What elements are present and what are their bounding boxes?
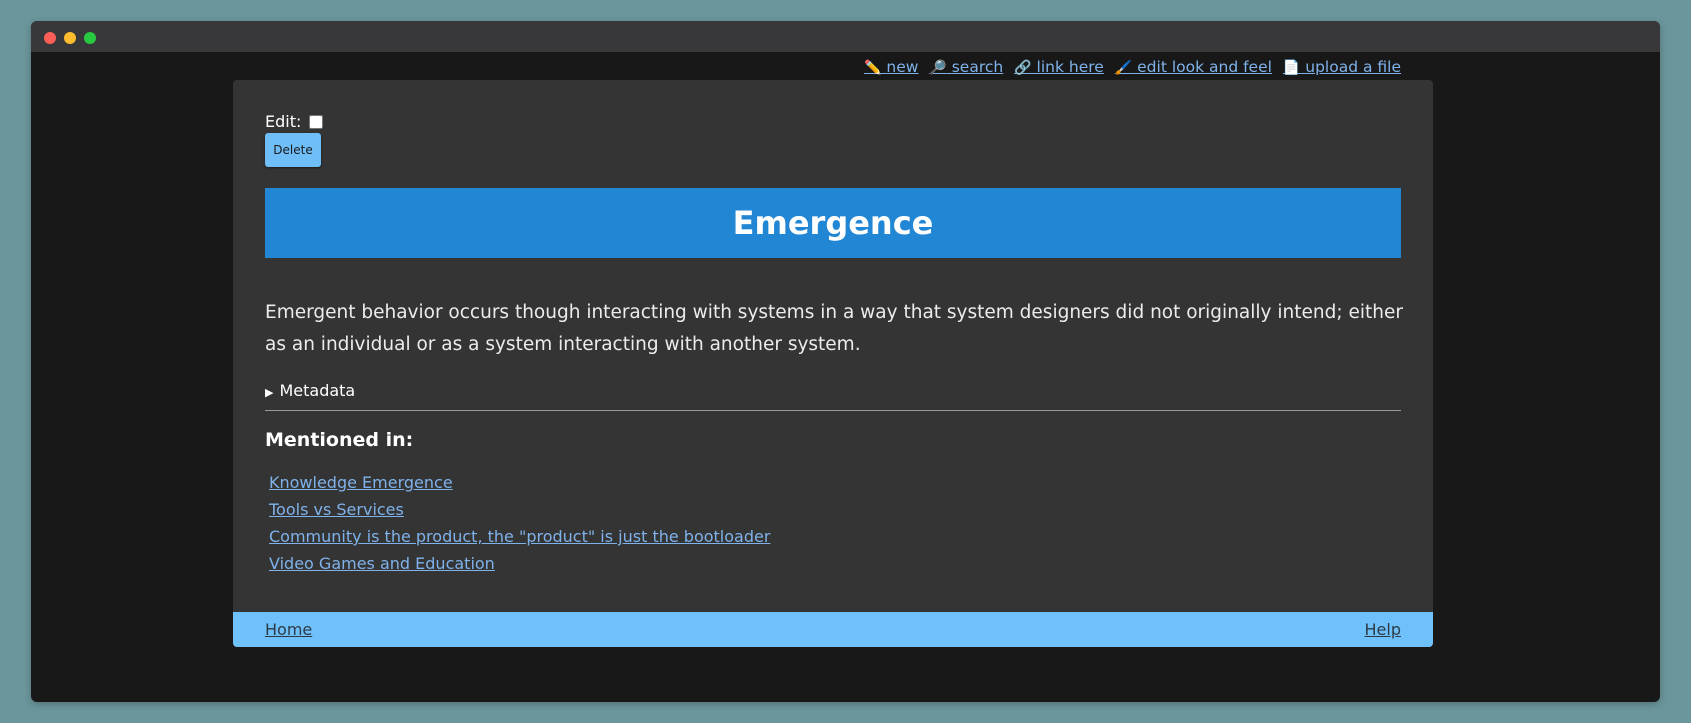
paintbrush-icon: 🖌️: [1114, 60, 1133, 76]
list-item: Community is the product, the "product" …: [269, 527, 770, 554]
delete-button[interactable]: Delete: [265, 133, 321, 167]
edit-look-and-feel-link[interactable]: 🖌️ edit look and feel: [1115, 58, 1272, 76]
page-title: Emergence: [732, 204, 934, 242]
footer-bar: Home Help: [233, 612, 1433, 647]
browser-window: ✏️ new 🔎 search 🔗 link here 🖌️ edit look…: [31, 21, 1660, 702]
maximize-window-button[interactable]: [84, 32, 96, 44]
disclosure-triangle-icon: ▶: [265, 386, 274, 399]
link-icon: 🔗: [1014, 60, 1032, 76]
divider: [265, 410, 1401, 411]
new-link-label: new: [886, 58, 919, 76]
mentioned-link-community-is-the-product[interactable]: Community is the product, the "product" …: [269, 527, 770, 546]
list-item: Video Games and Education: [269, 554, 770, 581]
page-body: Emergent behavior occurs though interact…: [265, 302, 1403, 355]
new-link[interactable]: ✏️ new: [864, 58, 918, 76]
mentioned-link-knowledge-emergence[interactable]: Knowledge Emergence: [269, 473, 453, 492]
edit-checkbox[interactable]: [309, 114, 324, 129]
link-here-link[interactable]: 🔗 link here: [1014, 58, 1104, 76]
list-item: Tools vs Services: [269, 500, 770, 527]
edit-look-and-feel-label: edit look and feel: [1137, 58, 1272, 76]
mentioned-in-heading: Mentioned in:: [265, 429, 414, 451]
link-here-label: link here: [1036, 58, 1104, 76]
close-window-button[interactable]: [44, 32, 56, 44]
help-link[interactable]: Help: [1365, 620, 1401, 639]
list-item: Knowledge Emergence: [269, 473, 770, 500]
edit-row: Edit:: [265, 112, 324, 131]
search-link-label: search: [951, 58, 1004, 76]
mentioned-link-tools-vs-services[interactable]: Tools vs Services: [269, 500, 404, 519]
minimize-window-button[interactable]: [64, 32, 76, 44]
metadata-toggle[interactable]: ▶ Metadata: [265, 381, 355, 400]
title-bar: [31, 21, 1660, 52]
upload-file-link[interactable]: 📄 upload a file: [1283, 58, 1401, 76]
top-nav: ✏️ new 🔎 search 🔗 link here 🖌️ edit look…: [864, 58, 1407, 76]
search-link[interactable]: 🔎 search: [929, 58, 1003, 76]
mentioned-in-list: Knowledge Emergence Tools vs Services Co…: [269, 473, 770, 581]
magnifier-icon: 🔎: [929, 60, 947, 76]
mentioned-link-video-games-and-education[interactable]: Video Games and Education: [269, 554, 495, 573]
title-banner: Emergence: [265, 188, 1401, 258]
document-icon: 📄: [1282, 60, 1301, 76]
metadata-label: Metadata: [279, 381, 356, 400]
upload-file-label: upload a file: [1305, 58, 1401, 76]
edit-label: Edit:: [265, 112, 302, 131]
page-card: Edit: Delete Emergence Emergent behavior…: [233, 80, 1433, 647]
home-link[interactable]: Home: [265, 620, 312, 639]
pencil-icon: ✏️: [864, 60, 882, 76]
